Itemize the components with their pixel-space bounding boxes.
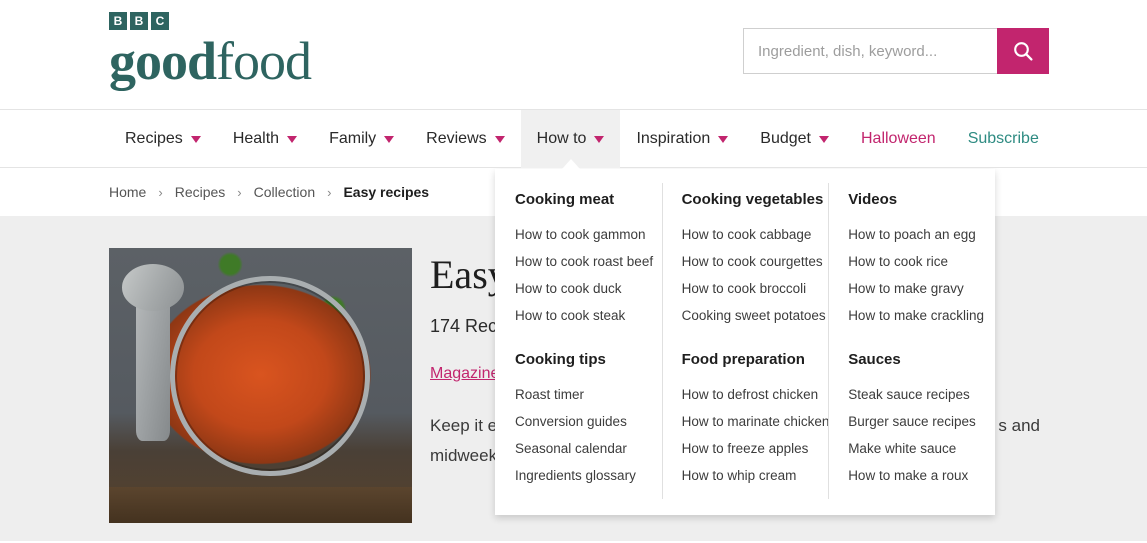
site-header: B B C goodfood bbox=[0, 0, 1147, 110]
dropdown-group-cooking-vegetables: Cooking vegetables How to cook cabbage How… bbox=[681, 191, 826, 329]
nav-item-label: Health bbox=[232, 130, 280, 147]
logo-word-good: good bbox=[109, 31, 217, 91]
nav-item-health[interactable]: Health bbox=[217, 110, 313, 168]
breadcrumb-separator: › bbox=[327, 184, 332, 200]
site-logo[interactable]: B B C goodfood bbox=[109, 12, 369, 90]
nav-item-label: Subscribe bbox=[967, 130, 1039, 147]
dropdown-link-how-to-cook-courgettes[interactable]: How to cook courgettes bbox=[682, 248, 823, 275]
dropdown-link-how-to-cook-broccoli[interactable]: How to cook broccoli bbox=[682, 275, 809, 302]
nav-item-family[interactable]: Family bbox=[313, 110, 410, 168]
breadcrumb-item-home[interactable]: Home bbox=[109, 184, 146, 200]
dropdown-link-how-to-make-a-roux[interactable]: How to make a roux bbox=[848, 462, 975, 489]
dropdown-column-2: Cooking vegetables How to cook cabbage How… bbox=[661, 183, 830, 499]
active-tab-notch bbox=[561, 159, 580, 169]
dropdown-link-how-to-cook-gammon[interactable]: How to cook gammon bbox=[515, 221, 646, 248]
goodfood-wordmark: goodfood bbox=[109, 32, 369, 90]
dropdown-group-heading: Food preparation bbox=[681, 351, 805, 368]
dropdown-link-make-white-sauce[interactable]: Make white sauce bbox=[848, 435, 975, 462]
nav-item-halloween[interactable]: Halloween bbox=[845, 110, 952, 168]
nav-item-recipes[interactable]: Recipes bbox=[109, 110, 217, 168]
dropdown-group-cooking-meat: Cooking meat How to cook gammon How to coo… bbox=[515, 191, 653, 329]
chevron-down-icon bbox=[594, 135, 605, 143]
dropdown-link-how-to-make-crackling[interactable]: How to make crackling bbox=[848, 302, 984, 329]
spoon-shape bbox=[122, 263, 185, 441]
body-line-1-tail: s and bbox=[998, 416, 1040, 435]
dropdown-link-how-to-cook-roast-beef[interactable]: How to cook roast beef bbox=[515, 248, 653, 275]
dropdown-link-seasonal-calendar[interactable]: Seasonal calendar bbox=[515, 435, 642, 462]
dropdown-link-how-to-cook-steak[interactable]: How to cook steak bbox=[515, 302, 642, 329]
nav-item-label: Halloween bbox=[860, 130, 936, 147]
chevron-down-icon bbox=[494, 135, 505, 143]
nav-item-subscribe[interactable]: Subscribe bbox=[952, 110, 1055, 168]
dropdown-link-steak-sauce-recipes[interactable]: Steak sauce recipes bbox=[848, 381, 975, 408]
search-button[interactable] bbox=[997, 28, 1049, 74]
logo-word-food: food bbox=[216, 31, 312, 91]
nav-item-label: Budget bbox=[760, 130, 811, 147]
dropdown-group-heading: Videos bbox=[848, 191, 898, 208]
dropdown-column-3: Videos How to poach an egg How to cook ric… bbox=[828, 183, 995, 499]
nav-item-how-to[interactable]: How to bbox=[520, 110, 621, 169]
hero-image bbox=[109, 248, 412, 523]
nav-items: Recipes Health Family Reviews How to Inspirat… bbox=[0, 110, 1147, 169]
magazine-link[interactable]: Magazine bbox=[430, 365, 499, 383]
nav-item-label: Reviews bbox=[426, 130, 487, 147]
pan-shape bbox=[169, 275, 370, 477]
nav-item-inspiration[interactable]: Inspiration bbox=[620, 110, 744, 168]
nav-item-label: Inspiration bbox=[636, 130, 711, 147]
bbc-block-b1: B bbox=[109, 12, 127, 30]
chevron-down-icon bbox=[718, 135, 729, 143]
search-icon bbox=[1012, 40, 1034, 62]
main-navigation: Recipes Health Family Reviews How to Inspirat… bbox=[0, 110, 1147, 169]
breadcrumb-separator: › bbox=[237, 184, 242, 200]
dropdown-link-roast-timer[interactable]: Roast timer bbox=[515, 381, 642, 408]
how-to-dropdown-panel: Cooking meat How to cook gammon How to coo… bbox=[495, 169, 995, 515]
dropdown-group-heading: Cooking vegetables bbox=[681, 191, 824, 208]
dropdown-link-how-to-make-gravy[interactable]: How to make gravy bbox=[848, 275, 975, 302]
dropdown-link-how-to-poach-an-egg[interactable]: How to poach an egg bbox=[848, 221, 976, 248]
dropdown-link-cooking-sweet-potatoes[interactable]: Cooking sweet potatoes bbox=[682, 302, 826, 329]
dropdown-link-burger-sauce-recipes[interactable]: Burger sauce recipes bbox=[848, 408, 976, 435]
dropdown-link-how-to-cook-rice[interactable]: How to cook rice bbox=[848, 248, 975, 275]
bbc-block-b2: B bbox=[130, 12, 148, 30]
dropdown-group-sauces: Sauces Steak sauce recipes Burger sauce re… bbox=[848, 351, 976, 489]
dropdown-link-how-to-whip-cream[interactable]: How to whip cream bbox=[682, 462, 809, 489]
dropdown-link-how-to-defrost-chicken[interactable]: How to defrost chicken bbox=[682, 381, 819, 408]
breadcrumb-separator: › bbox=[158, 184, 163, 200]
dropdown-column-1: Cooking meat How to cook gammon How to coo… bbox=[495, 191, 662, 489]
dropdown-group-cooking-tips: Cooking tips Roast timer Conversion guides… bbox=[515, 351, 642, 489]
page-root: B B C goodfood Recipes Health Family Review… bbox=[0, 0, 1147, 543]
dropdown-group-heading: Cooking meat bbox=[515, 191, 615, 208]
chevron-down-icon bbox=[384, 135, 395, 143]
search-bar bbox=[743, 28, 1049, 74]
dropdown-link-conversion-guides[interactable]: Conversion guides bbox=[515, 408, 642, 435]
bbc-block-c: C bbox=[151, 12, 169, 30]
chevron-down-icon bbox=[818, 135, 829, 143]
dropdown-link-ingredients-glossary[interactable]: Ingredients glossary bbox=[515, 462, 642, 489]
dropdown-group-heading: Cooking tips bbox=[515, 351, 606, 368]
search-input[interactable] bbox=[743, 28, 997, 74]
chevron-down-icon bbox=[190, 135, 201, 143]
breadcrumb-item-collection[interactable]: Collection bbox=[254, 184, 315, 200]
nav-item-label: Recipes bbox=[125, 130, 183, 147]
dropdown-group-videos: Videos How to poach an egg How to cook ric… bbox=[848, 191, 984, 329]
breadcrumb-item-easy-recipes: Easy recipes bbox=[343, 184, 430, 200]
dropdown-link-how-to-cook-duck[interactable]: How to cook duck bbox=[515, 275, 642, 302]
nav-item-budget[interactable]: Budget bbox=[744, 110, 845, 168]
dropdown-link-how-to-freeze-apples[interactable]: How to freeze apples bbox=[682, 435, 809, 462]
dropdown-link-how-to-cook-cabbage[interactable]: How to cook cabbage bbox=[682, 221, 812, 248]
dropdown-link-how-to-marinate-chicken[interactable]: How to marinate chicken bbox=[682, 408, 830, 435]
nav-item-reviews[interactable]: Reviews bbox=[410, 110, 520, 168]
bbc-logo-blocks: B B C bbox=[109, 12, 369, 30]
nav-item-label: How to bbox=[536, 130, 587, 147]
chevron-down-icon bbox=[287, 135, 298, 143]
dropdown-group-food-preparation: Food preparation How to defrost chicken Ho… bbox=[681, 351, 830, 489]
breadcrumb-item-recipes[interactable]: Recipes bbox=[175, 184, 226, 200]
wood-board-shape bbox=[109, 487, 412, 523]
nav-item-label: Family bbox=[329, 130, 377, 147]
body-line-1: Keep it e bbox=[430, 416, 498, 435]
dropdown-group-heading: Sauces bbox=[848, 351, 901, 368]
